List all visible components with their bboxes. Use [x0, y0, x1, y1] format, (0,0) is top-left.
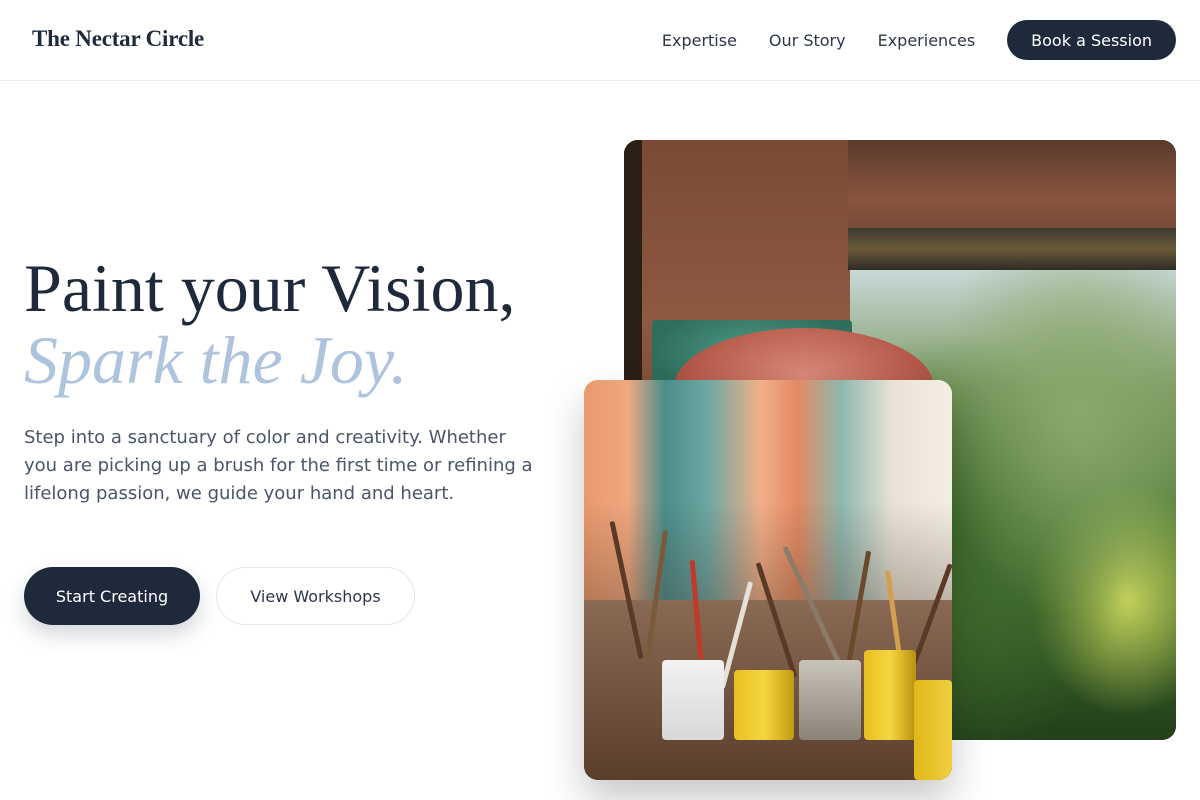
- hero-image-paint-brushes: [584, 380, 952, 780]
- hero-title: Paint your Vision, Spark the Joy.: [24, 252, 515, 396]
- book-session-button[interactable]: Book a Session: [1007, 20, 1176, 60]
- nav-link-experiences[interactable]: Experiences: [878, 31, 976, 50]
- start-creating-button[interactable]: Start Creating: [24, 567, 200, 625]
- nav-link-our-story[interactable]: Our Story: [769, 31, 846, 50]
- hero-title-line2: Spark the Joy.: [24, 322, 408, 398]
- nav-link-expertise[interactable]: Expertise: [662, 31, 737, 50]
- hero-description: Step into a sanctuary of color and creat…: [24, 427, 533, 504]
- site-logo[interactable]: The Nectar Circle: [32, 26, 204, 52]
- main-nav: Expertise Our Story Experiences Book a S…: [662, 0, 1176, 80]
- view-workshops-button[interactable]: View Workshops: [216, 567, 415, 625]
- site-header: The Nectar Circle Expertise Our Story Ex…: [0, 0, 1200, 81]
- hero-title-line1: Paint your Vision,: [24, 250, 516, 326]
